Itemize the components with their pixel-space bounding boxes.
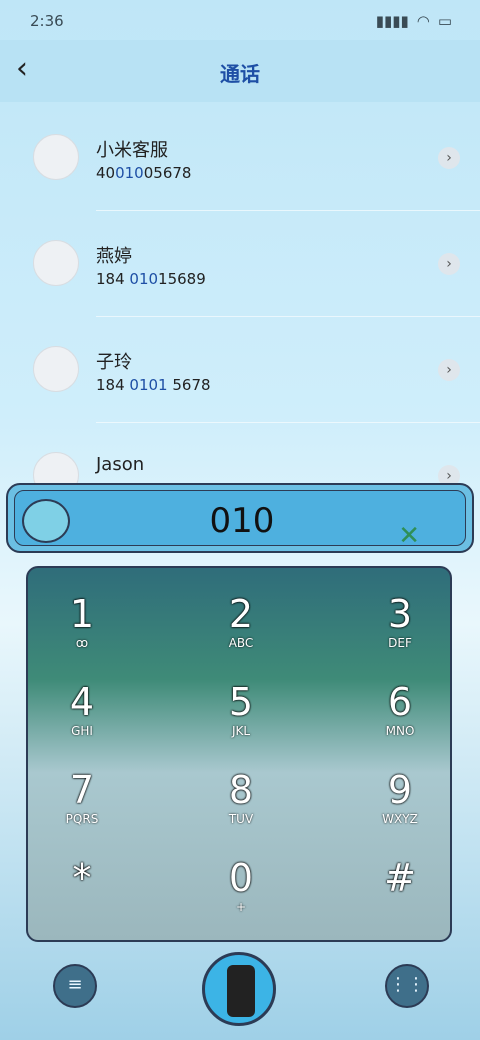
contact-row[interactable]: 燕婷 184 01015689 ›	[0, 210, 480, 316]
top-bar: ‹ 通话	[0, 40, 480, 102]
call-button[interactable]	[202, 952, 276, 1026]
status-time: 2:36	[30, 12, 64, 30]
contact-list: 小米客服 4001005678 › 燕婷 184 01015689 › 子玲 1…	[0, 104, 480, 498]
key-star[interactable]: *	[28, 856, 142, 900]
chevron-right-icon[interactable]: ›	[438, 147, 460, 169]
key-2[interactable]: 2 ABC	[181, 592, 301, 650]
chevron-right-icon[interactable]: ›	[438, 253, 460, 275]
key-1[interactable]: 1ꝏ	[28, 592, 142, 650]
contact-name: Jason	[96, 454, 145, 475]
menu-icon[interactable]: ≡	[53, 964, 97, 1008]
key-0[interactable]: 0 +	[181, 856, 301, 914]
contact-row[interactable]: 子玲 184 0101 5678 ›	[0, 316, 480, 422]
contact-name: 燕婷	[96, 246, 132, 267]
signal-icon: ▮▮▮▮	[375, 12, 409, 30]
phone-icon	[227, 965, 255, 1017]
key-3[interactable]: 3 DEF	[340, 592, 450, 650]
dialpad-toggle-icon[interactable]: ⋮⋮	[385, 964, 429, 1008]
avatar	[33, 346, 79, 392]
key-8[interactable]: 8 TUV	[181, 768, 301, 826]
contact-row[interactable]: 小米客服 4001005678 ›	[0, 104, 480, 210]
chevron-right-icon[interactable]: ›	[438, 359, 460, 381]
battery-icon: ▭	[437, 12, 452, 30]
avatar	[33, 134, 79, 180]
dial-input-bar: 010 ✕	[6, 483, 474, 553]
contact-number: 184 0101 5678	[96, 376, 211, 394]
key-6[interactable]: 6 MNO	[340, 680, 450, 738]
contact-name: 小米客服	[96, 140, 168, 161]
dial-pad: 1ꝏ 2 ABC 3 DEF 4 GHI 5 JKL 6 MNO 7 PQRS 8 TUV 9…	[26, 566, 452, 942]
bottom-bar: ≡ ⋮⋮	[0, 950, 480, 1040]
key-5[interactable]: 5 JKL	[181, 680, 301, 738]
status-icons: ▮▮▮▮ ◠ ▭	[376, 12, 452, 30]
avatar	[33, 240, 79, 286]
status-bar: 2:36 ▮▮▮▮ ◠ ▭	[0, 0, 480, 40]
contact-number: 4001005678	[96, 164, 192, 182]
wifi-icon: ◠	[416, 12, 430, 30]
key-7[interactable]: 7 PQRS	[28, 768, 142, 826]
key-4[interactable]: 4 GHI	[28, 680, 142, 738]
key-hash[interactable]: #	[340, 856, 450, 900]
page-title: 通话	[220, 62, 260, 86]
delete-icon[interactable]: ✕	[398, 521, 420, 551]
contact-number: 184 01015689	[96, 270, 206, 288]
key-9[interactable]: 9 WXYZ	[340, 768, 450, 826]
contact-name: 子玲	[96, 352, 132, 373]
